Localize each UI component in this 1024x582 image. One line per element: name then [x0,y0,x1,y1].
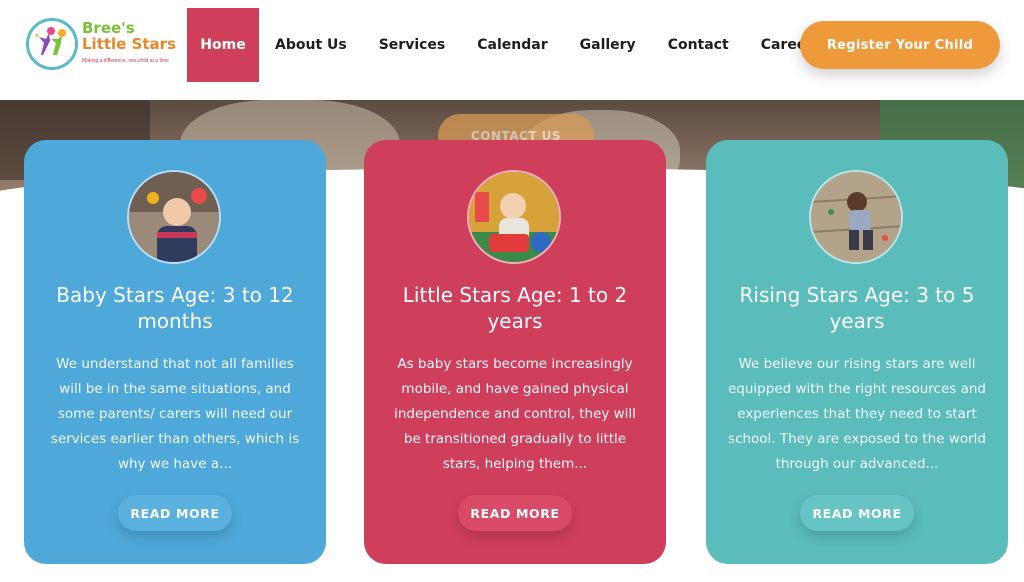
card-rising-stars: Rising Stars Age: 3 to 5 years We believ… [706,140,1008,564]
logo-emblem-icon [26,18,78,70]
main-nav: Home About Us Services Calendar Gallery … [187,8,838,82]
read-more-button[interactable]: READ MORE [458,495,572,531]
baby-stars-photo [127,170,221,264]
card-description: We understand that not all families will… [50,356,300,472]
card-description: As baby stars become increasingly mobile… [394,356,636,472]
card-title: Baby Stars Age: 3 to 12 months [56,283,294,333]
read-more-button[interactable]: READ MORE [118,495,232,531]
logo-tagline: Making a difference, one child at a time [82,58,169,64]
card-little-stars: Little Stars Age: 1 to 2 years As baby s… [364,140,666,564]
nav-item-about-us[interactable]: About Us [259,8,363,82]
site-header: Bree's Little Stars Making a difference,… [0,0,1024,100]
register-child-button[interactable]: Register Your Child [800,21,1000,69]
card-title: Little Stars Age: 1 to 2 years [402,283,628,333]
nav-item-gallery[interactable]: Gallery [564,8,652,82]
logo-name-line2: Little Stars [82,35,176,53]
card-title: Rising Stars Age: 3 to 5 years [739,283,975,333]
logo-name-line1: Bree's [82,19,135,37]
card-description: We believe our rising stars are well equ… [728,356,986,472]
nav-item-contact[interactable]: Contact [652,8,745,82]
nav-item-services[interactable]: Services [363,8,462,82]
card-baby-stars: Baby Stars Age: 3 to 12 months We unders… [24,140,326,564]
little-stars-photo [467,170,561,264]
rising-stars-photo [809,170,903,264]
nav-item-home[interactable]: Home [187,8,259,82]
nav-item-calendar[interactable]: Calendar [461,8,563,82]
site-logo[interactable]: Bree's Little Stars Making a difference,… [26,18,176,74]
read-more-button[interactable]: READ MORE [800,495,914,531]
